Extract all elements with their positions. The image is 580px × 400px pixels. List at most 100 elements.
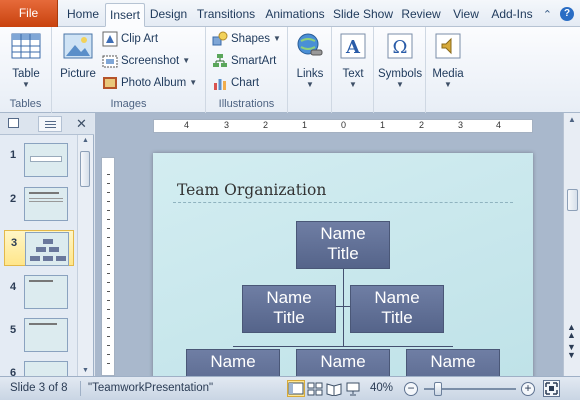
- tab-slide-show[interactable]: Slide Show: [331, 3, 395, 27]
- chevron-down-icon: ▼: [349, 80, 357, 89]
- links-label: Links: [296, 68, 324, 80]
- svg-text:A: A: [345, 37, 361, 58]
- next-slide-icon[interactable]: ▼ ▼: [567, 343, 576, 360]
- ruler-label: 1: [302, 120, 308, 130]
- smartart-button[interactable]: SmartArt: [212, 51, 276, 71]
- scroll-up-icon[interactable]: ▲: [82, 137, 89, 144]
- org-name: Name: [374, 288, 420, 307]
- slide-number: 1: [10, 149, 17, 161]
- scroll-up-icon[interactable]: ▲: [568, 115, 576, 124]
- slide-thumbnail-6[interactable]: 6: [0, 361, 76, 376]
- slide-sorter-icon: [307, 382, 323, 396]
- slide-canvas[interactable]: Team Organization Name Title Name Title …: [153, 153, 533, 376]
- org-chart-box[interactable]: Name Title: [242, 285, 336, 333]
- scroll-down-icon[interactable]: ▼: [82, 367, 89, 374]
- slide-number: 5: [10, 324, 17, 336]
- symbols-button[interactable]: Ω Symbols ▼: [378, 31, 422, 89]
- table-button[interactable]: Table ▼: [6, 31, 46, 89]
- slide-thumbnail-image: [24, 143, 68, 177]
- tab-insert[interactable]: Insert: [105, 3, 145, 27]
- org-name: Name: [320, 352, 366, 371]
- vertical-ruler[interactable]: [101, 157, 115, 376]
- org-connector: [233, 346, 453, 347]
- zoom-level[interactable]: 40%: [370, 382, 393, 394]
- outline-tab-icon[interactable]: [38, 116, 62, 132]
- slide-show-button[interactable]: [344, 380, 362, 397]
- shapes-button[interactable]: Shapes ▼: [212, 29, 281, 49]
- ruler-label: 2: [263, 120, 269, 130]
- close-icon[interactable]: ✕: [76, 116, 87, 132]
- slide-thumbnail-image: [24, 187, 68, 221]
- photo-album-button[interactable]: Photo Album ▼: [102, 73, 197, 93]
- table-label: Table: [12, 68, 40, 80]
- reading-view-button[interactable]: [325, 380, 343, 397]
- slide-thumbnail-2[interactable]: 2: [0, 187, 76, 231]
- clip-art-button[interactable]: Clip Art: [102, 29, 158, 49]
- status-divider: [80, 381, 81, 396]
- screenshot-label: Screenshot: [121, 55, 180, 67]
- zoom-out-icon[interactable]: −: [404, 382, 418, 396]
- slide-thumbnail-5[interactable]: 5: [0, 318, 76, 362]
- scrollbar-thumb[interactable]: [567, 189, 578, 211]
- ruler-label: 2: [419, 120, 425, 130]
- tab-view[interactable]: View: [447, 3, 485, 27]
- tab-review[interactable]: Review: [398, 3, 444, 27]
- slide-thumbnail-4[interactable]: 4: [0, 275, 76, 319]
- ruler-label: 3: [458, 120, 464, 130]
- group-text: A Text ▼: [332, 27, 374, 113]
- picture-label: Picture: [60, 68, 96, 80]
- slide-sorter-button[interactable]: [306, 380, 324, 397]
- photo-album-label: Photo Album: [121, 77, 187, 89]
- screenshot-icon: [102, 55, 118, 68]
- chevron-down-icon: ▼: [182, 56, 191, 65]
- links-button[interactable]: Links ▼: [290, 31, 330, 89]
- links-icon: [297, 33, 323, 56]
- org-chart-box[interactable]: Name Title: [350, 285, 444, 333]
- tab-design[interactable]: Design: [146, 3, 191, 27]
- scrollbar-thumb[interactable]: [80, 151, 90, 187]
- chevron-down-icon: ▼: [189, 78, 198, 87]
- tab-add-ins[interactable]: Add-Ins: [487, 3, 537, 27]
- org-chart-box[interactable]: Name: [406, 349, 500, 376]
- text-button[interactable]: A Text ▼: [333, 31, 373, 89]
- tab-home[interactable]: Home: [62, 3, 104, 27]
- speaker-icon: [435, 33, 461, 59]
- help-icon[interactable]: ?: [560, 7, 574, 21]
- slide-thumbnail-1[interactable]: 1: [0, 143, 76, 187]
- fit-to-window-button[interactable]: [543, 380, 560, 397]
- previous-slide-icon[interactable]: ▲ ▲: [567, 323, 576, 340]
- slide-title[interactable]: Team Organization: [177, 181, 326, 199]
- zoom-slider-handle[interactable]: [434, 382, 442, 396]
- ruler-label: 4: [496, 120, 502, 130]
- tab-file[interactable]: File: [0, 0, 58, 27]
- media-button[interactable]: Media ▼: [428, 31, 468, 89]
- tab-animations[interactable]: Animations: [262, 3, 328, 27]
- org-chart-box-top[interactable]: Name Title: [296, 221, 390, 269]
- picture-button[interactable]: Picture: [56, 31, 100, 80]
- slides-tab-icon[interactable]: [8, 118, 19, 128]
- slide-vertical-scrollbar[interactable]: ▲ ▲ ▲ ▼ ▼: [563, 113, 580, 376]
- minimize-ribbon-icon[interactable]: ⌃: [543, 8, 552, 21]
- group-label-tables: Tables: [9, 98, 42, 110]
- org-connector: [343, 269, 344, 347]
- org-chart-box[interactable]: Name: [296, 349, 390, 376]
- slide-number: 2: [10, 193, 17, 205]
- tab-transitions[interactable]: Transitions: [193, 3, 259, 27]
- slide-thumbnail-3[interactable]: 3: [4, 230, 74, 266]
- org-chart-box[interactable]: Name: [186, 349, 280, 376]
- slide-thumbnail-image: [24, 318, 68, 352]
- slide-number: 4: [10, 281, 17, 293]
- clip-art-label: Clip Art: [121, 33, 159, 45]
- zoom-in-icon[interactable]: +: [521, 382, 535, 396]
- horizontal-ruler[interactable]: 4 3 2 1 0 1 2 3 4: [153, 119, 533, 133]
- thumbnail-scrollbar[interactable]: ▲ ▼: [77, 135, 93, 376]
- chart-button[interactable]: Chart: [212, 73, 259, 93]
- screenshot-button[interactable]: Screenshot ▼: [102, 51, 190, 71]
- normal-view-button[interactable]: [287, 380, 305, 397]
- group-tables: Table ▼ Tables: [0, 27, 52, 113]
- theme-name[interactable]: "TeamworkPresentation": [88, 382, 213, 394]
- title-divider: [173, 202, 513, 203]
- pane-tabs: ✕: [0, 113, 94, 135]
- group-label-illustrations: Illustrations: [218, 98, 275, 110]
- media-label: Media: [432, 68, 464, 80]
